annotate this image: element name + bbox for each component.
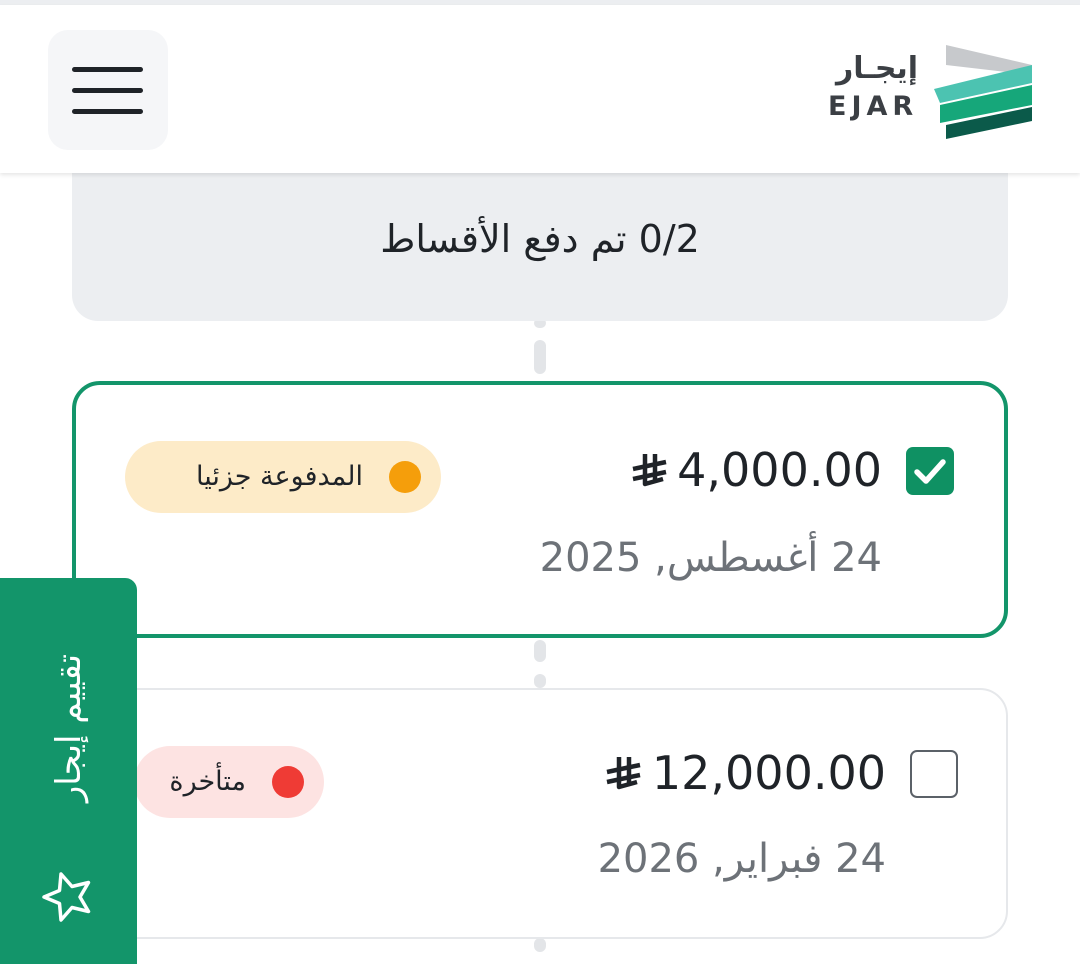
installments-summary: 0/2 تم دفع الأقساط bbox=[72, 155, 1008, 321]
logo-english-text: EJAR bbox=[828, 91, 919, 122]
status-dot-icon bbox=[389, 461, 421, 493]
logo-arabic-text: إيجـار bbox=[836, 51, 918, 86]
installment-checkbox[interactable] bbox=[906, 447, 954, 495]
saudi-riyal-icon bbox=[632, 454, 667, 487]
ejar-logo: إيجـار EJAR bbox=[826, 41, 1036, 141]
timeline-connector bbox=[534, 340, 546, 374]
timeline-connector bbox=[534, 640, 546, 662]
installment-amount: 12,000.00 bbox=[651, 746, 886, 800]
timeline-connector bbox=[534, 938, 546, 952]
paid-installments-count: 0/2 تم دفع الأقساط bbox=[380, 217, 700, 261]
installments-page: إيجـار EJAR 0/2 تم دفع الأقساط 4,000.00 bbox=[0, 0, 1080, 964]
installment-card[interactable]: 12,000.00 24 فبراير, 2026 متأخرة bbox=[72, 688, 1008, 939]
rate-ejar-tab[interactable]: تقييم إيجار bbox=[0, 578, 137, 964]
status-label: المدفوعة جزئيا bbox=[195, 461, 363, 492]
status-badge: متأخرة bbox=[134, 746, 324, 818]
checkmark-icon bbox=[914, 459, 946, 484]
status-badge: المدفوعة جزئيا bbox=[125, 441, 441, 513]
menu-button[interactable] bbox=[48, 30, 168, 150]
ejar-logo-icon bbox=[934, 45, 1032, 139]
installment-card[interactable]: 4,000.00 24 أغسطس, 2025 المدفوعة جزئيا bbox=[72, 381, 1008, 638]
installment-due-date: 24 فبراير, 2026 bbox=[597, 836, 886, 882]
hamburger-menu-icon bbox=[72, 88, 143, 93]
hamburger-menu-icon bbox=[72, 67, 143, 72]
status-label: متأخرة bbox=[169, 766, 246, 797]
status-dot-icon bbox=[272, 766, 304, 798]
hamburger-menu-icon bbox=[72, 109, 143, 114]
rate-ejar-label: تقييم إيجار bbox=[49, 653, 89, 803]
star-outline-icon bbox=[42, 872, 91, 922]
timeline-connector bbox=[534, 674, 546, 688]
saudi-riyal-icon bbox=[606, 757, 641, 790]
installment-checkbox[interactable] bbox=[910, 750, 958, 798]
installment-amount: 4,000.00 bbox=[677, 443, 882, 497]
app-header: إيجـار EJAR bbox=[0, 5, 1080, 173]
installment-due-date: 24 أغسطس, 2025 bbox=[539, 535, 882, 581]
